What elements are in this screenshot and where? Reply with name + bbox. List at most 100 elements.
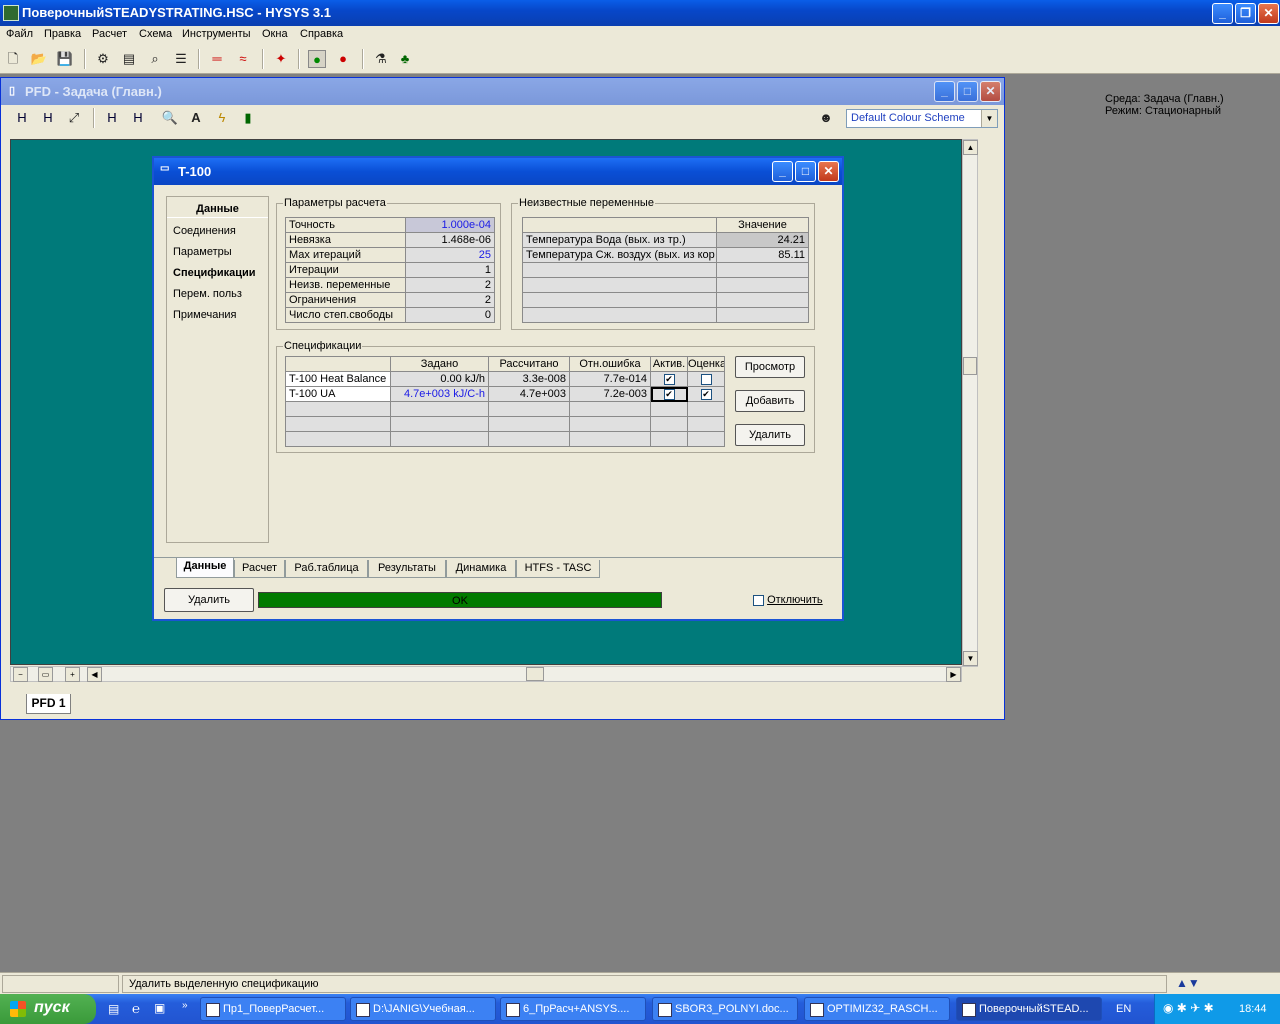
tab-worksheet[interactable]: Раб.таблица bbox=[285, 560, 368, 578]
ignore-checkbox-wrap[interactable]: Отключить bbox=[753, 594, 823, 606]
menu-tools[interactable]: Инструменты bbox=[182, 28, 251, 40]
solver-active-icon[interactable]: ● bbox=[308, 50, 326, 68]
palette-icon[interactable]: ▮ bbox=[239, 109, 257, 127]
taskbar-item[interactable]: D:\JANIG\Учебная... bbox=[350, 997, 496, 1021]
color-scheme-icon[interactable]: ☻ bbox=[817, 109, 835, 127]
spec-name[interactable]: T-100 UA bbox=[285, 386, 391, 402]
flask-icon[interactable]: ⚗ bbox=[372, 50, 390, 68]
magnify-icon[interactable]: 🔍 bbox=[161, 109, 179, 127]
tab-pfd-1[interactable]: PFD 1 bbox=[26, 694, 71, 714]
dynamics-icon[interactable]: ♣ bbox=[396, 50, 414, 68]
taskbar-item[interactable]: Пр1_ПоверРасчет... bbox=[200, 997, 346, 1021]
solver-hold-icon[interactable]: ● bbox=[334, 50, 352, 68]
delete-unit-button[interactable]: Удалить bbox=[164, 588, 254, 612]
dialog-minimize-button[interactable]: _ bbox=[772, 161, 793, 182]
spec-set-value[interactable]: 0.00 kJ/h bbox=[390, 371, 489, 387]
start-button[interactable]: пуск bbox=[0, 994, 96, 1024]
unknown-name[interactable]: Температура Вода (вых. из тр.) bbox=[522, 232, 717, 248]
tab-data[interactable]: Данные bbox=[176, 558, 234, 578]
zoom-fit-icon[interactable]: ▭ bbox=[38, 667, 53, 682]
vertical-scroll-thumb[interactable] bbox=[963, 357, 977, 375]
nav-item-specifications[interactable]: Спецификации bbox=[173, 267, 256, 279]
unknown-value[interactable]: 24.21 bbox=[716, 232, 809, 248]
menu-help[interactable]: Справка bbox=[300, 28, 343, 40]
tab-htfs-tasc[interactable]: HTFS - TASC bbox=[516, 560, 600, 578]
taskbar-item[interactable]: SBOR3_POLNYI.doc... bbox=[652, 997, 798, 1021]
estimate-checkbox[interactable]: ✔ bbox=[700, 388, 712, 400]
nav-item-user-variables[interactable]: Перем. польз bbox=[173, 288, 242, 300]
zoom-out-icon[interactable]: − bbox=[13, 667, 28, 682]
tolerance-value[interactable]: 1.000e-04 bbox=[405, 217, 495, 233]
lightning-icon[interactable]: ϟ bbox=[213, 109, 231, 127]
save-icon[interactable]: 💾 bbox=[56, 50, 74, 68]
table-row[interactable]: T-100 UA 4.7e+003 kJ/C-h 4.7e+003 7.2e-0… bbox=[285, 386, 725, 402]
table-row[interactable]: T-100 Heat Balance 0.00 kJ/h 3.3e-008 7.… bbox=[285, 371, 725, 387]
zoom-all-icon[interactable]: ⤢ bbox=[65, 109, 83, 127]
pfd-close-button[interactable]: ✕ bbox=[980, 81, 1001, 102]
ignore-label[interactable]: Отключить bbox=[767, 594, 823, 606]
nav-item-parameters[interactable]: Параметры bbox=[173, 246, 232, 258]
status-arrows-icon[interactable]: ▲▼ bbox=[1176, 976, 1200, 990]
scroll-up-icon[interactable]: ▲ bbox=[963, 140, 978, 155]
taskbar-item-active[interactable]: ПоверочныйSTEAD... bbox=[956, 997, 1102, 1021]
pfd-horizontal-scrollbar[interactable]: − ▭ + ◀ ▶ bbox=[10, 666, 962, 682]
spec-estimate-cell[interactable]: ✔ bbox=[687, 386, 725, 402]
active-checkbox[interactable]: ✔ bbox=[663, 388, 675, 400]
workbook-icon[interactable]: ▤ bbox=[120, 50, 138, 68]
menu-windows[interactable]: Окна bbox=[262, 28, 288, 40]
chart-icon[interactable]: ✦ bbox=[272, 50, 290, 68]
size-mode-icon[interactable]: H bbox=[13, 109, 31, 127]
utilities-icon[interactable]: ☰ bbox=[172, 50, 190, 68]
open-folder-icon[interactable]: 📂 bbox=[30, 50, 48, 68]
pfd-minimize-button[interactable]: _ bbox=[934, 81, 955, 102]
tab-calc[interactable]: Расчет bbox=[234, 560, 285, 578]
unknown-name[interactable]: Температура Сж. воздух (вых. из кор bbox=[522, 247, 717, 263]
ie-icon[interactable]: ℮ bbox=[132, 1001, 140, 1016]
scroll-down-icon[interactable]: ▼ bbox=[963, 651, 978, 666]
spec-active-cell[interactable]: ✔ bbox=[650, 371, 688, 387]
language-indicator[interactable]: EN bbox=[1116, 1003, 1131, 1015]
horizontal-scroll-thumb[interactable] bbox=[526, 667, 544, 681]
ignore-checkbox[interactable] bbox=[753, 594, 764, 606]
taskbar-item[interactable]: OPTIMIZ32_RASCH... bbox=[804, 997, 950, 1021]
stream-icon[interactable]: ═ bbox=[208, 50, 226, 68]
text-label-icon[interactable]: A bbox=[187, 109, 205, 127]
scroll-right-icon[interactable]: ▶ bbox=[946, 667, 961, 682]
menu-schema[interactable]: Схема bbox=[139, 28, 172, 40]
spec-active-cell[interactable]: ✔ bbox=[650, 386, 688, 402]
break-mode-icon[interactable]: H bbox=[129, 109, 147, 127]
taskbar-item[interactable]: 6_ПрРасч+ANSYS.... bbox=[500, 997, 646, 1021]
components-icon[interactable]: ⚙ bbox=[94, 50, 112, 68]
zoom-in-icon[interactable]: + bbox=[65, 667, 80, 682]
dialog-close-button[interactable]: ✕ bbox=[818, 161, 839, 182]
quicklaunch-icon[interactable]: ▤ bbox=[108, 1002, 119, 1016]
spec-set-value[interactable]: 4.7e+003 kJ/C-h bbox=[390, 386, 489, 402]
delete-spec-button[interactable]: Удалить bbox=[735, 424, 805, 446]
unknown-value[interactable]: 85.11 bbox=[716, 247, 809, 263]
view-button[interactable]: Просмотр bbox=[735, 356, 805, 378]
energy-stream-icon[interactable]: ≈ bbox=[234, 50, 252, 68]
menu-edit[interactable]: Правка bbox=[44, 28, 81, 40]
restore-button[interactable]: ❐ bbox=[1235, 3, 1256, 24]
binoculars-icon[interactable]: ⌕ bbox=[146, 50, 164, 68]
attach-mode-icon[interactable]: H bbox=[39, 109, 57, 127]
chevron-down-icon[interactable]: ▼ bbox=[981, 110, 997, 127]
scroll-left-icon[interactable]: ◀ bbox=[87, 667, 102, 682]
quicklaunch-chevron-icon[interactable]: » bbox=[182, 1000, 188, 1011]
close-button[interactable]: ✕ bbox=[1258, 3, 1279, 24]
estimate-checkbox[interactable] bbox=[700, 373, 712, 385]
tab-results[interactable]: Результаты bbox=[368, 560, 446, 578]
menu-calc[interactable]: Расчет bbox=[92, 28, 127, 40]
spec-name[interactable]: T-100 Heat Balance bbox=[285, 371, 391, 387]
minimize-button[interactable]: _ bbox=[1212, 3, 1233, 24]
app-shortcut-icon[interactable]: ▣ bbox=[154, 1001, 165, 1015]
spec-estimate-cell[interactable] bbox=[687, 371, 725, 387]
pfd-vertical-scrollbar[interactable]: ▲ ▼ bbox=[962, 139, 978, 667]
color-scheme-select[interactable]: Default Colour Scheme ▼ bbox=[846, 109, 998, 128]
active-checkbox[interactable]: ✔ bbox=[663, 373, 675, 385]
move-mode-icon[interactable]: H bbox=[103, 109, 121, 127]
tray-icons[interactable]: ◉ ✱ ✈ ✱ bbox=[1163, 1001, 1214, 1015]
add-button[interactable]: Добавить bbox=[735, 390, 805, 412]
max-iterations-value[interactable]: 25 bbox=[405, 247, 495, 263]
nav-item-notes[interactable]: Примечания bbox=[173, 309, 237, 321]
